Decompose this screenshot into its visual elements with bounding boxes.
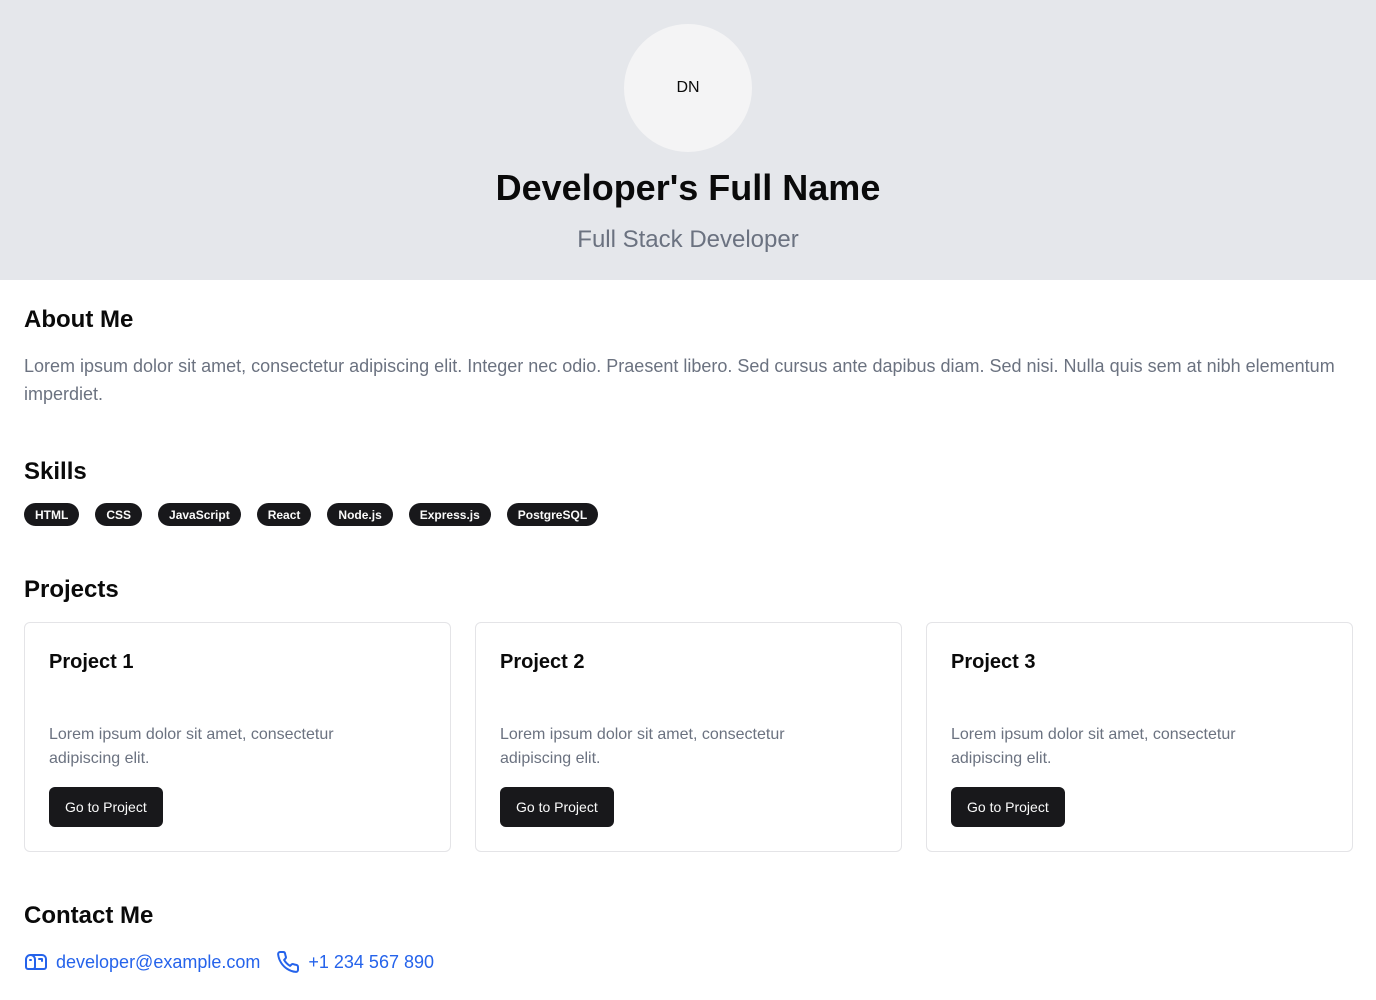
avatar: DN [624, 24, 752, 152]
go-to-project-button[interactable]: Go to Project [500, 787, 614, 827]
project-card: Project 1 Lorem ipsum dolor sit amet, co… [24, 622, 451, 852]
about-title: About Me [24, 306, 134, 333]
project-card: Project 3 Lorem ipsum dolor sit amet, co… [926, 622, 1353, 852]
projects-title: Projects [24, 576, 119, 603]
skills-title: Skills [24, 458, 87, 485]
contact-links: developer@example.com +1 234 567 890 [24, 948, 434, 976]
skill-badge: HTML [24, 503, 80, 526]
project-description: Lorem ipsum dolor sit amet, consectetur … [500, 726, 785, 767]
skill-badge: Express.js [408, 503, 491, 526]
skill-badge: React [256, 503, 312, 526]
skills-list: HTML CSS JavaScript React Node.js Expres… [24, 503, 599, 526]
email-link[interactable]: developer@example.com [24, 948, 260, 976]
project-title: Project 1 [49, 651, 134, 673]
phone-link[interactable]: +1 234 567 890 [276, 948, 434, 976]
about-text: Lorem ipsum dolor sit amet, consectetur … [24, 356, 1335, 404]
skill-badge: JavaScript [158, 503, 241, 526]
project-title: Project 3 [951, 651, 1036, 673]
mailbox-icon [24, 950, 48, 974]
project-title: Project 2 [500, 651, 585, 673]
skill-badge: CSS [95, 503, 143, 526]
developer-name: Developer's Full Name [495, 167, 881, 208]
project-description: Lorem ipsum dolor sit amet, consectetur … [49, 726, 334, 767]
profile-header: DN Developer's Full Name Full Stack Deve… [0, 0, 1376, 280]
contact-title: Contact Me [24, 902, 154, 929]
avatar-initials: DN [676, 79, 700, 96]
skill-badge: Node.js [327, 503, 393, 526]
developer-role: Full Stack Developer [577, 226, 799, 253]
project-description: Lorem ipsum dolor sit amet, consectetur … [951, 726, 1236, 767]
go-to-project-button[interactable]: Go to Project [49, 787, 163, 827]
phone-text: +1 234 567 890 [308, 952, 434, 972]
go-to-project-button[interactable]: Go to Project [951, 787, 1065, 827]
project-card: Project 2 Lorem ipsum dolor sit amet, co… [475, 622, 902, 852]
projects-grid: Project 1 Lorem ipsum dolor sit amet, co… [24, 622, 1353, 852]
phone-icon [276, 950, 300, 974]
skill-badge: PostgreSQL [506, 503, 599, 526]
email-text: developer@example.com [56, 952, 261, 972]
